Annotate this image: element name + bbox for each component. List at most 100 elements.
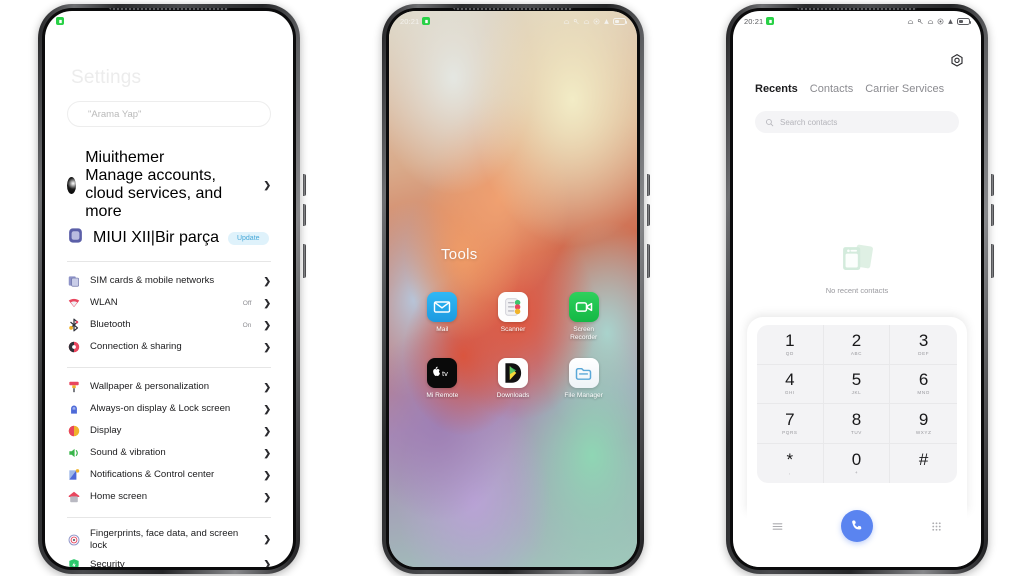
key-3[interactable]: 3 DEF [890, 325, 957, 365]
row-label: SIM cards & mobile networks [90, 275, 215, 286]
sidebar-item-bluetooth[interactable]: Bluetooth On ❯ [67, 314, 271, 336]
menu-icon[interactable] [771, 520, 784, 533]
key-star[interactable]: *, [757, 443, 824, 483]
account-group: Miuithemer Manage accounts, cloud servic… [67, 136, 271, 252]
settings-search-input[interactable]: "Arama Yap" [67, 101, 271, 127]
sidebar-item-connection-sharing[interactable]: Connection & sharing ❯ [67, 336, 271, 358]
display-icon [67, 424, 81, 438]
app-item-screen-recorder[interactable]: Screen Recorder [548, 292, 619, 342]
sidebar-item-always-on-display[interactable]: Always-on display & Lock screen ❯ [67, 398, 271, 420]
key-0[interactable]: 0 + [824, 443, 891, 483]
sidebar-item-display[interactable]: Display ❯ [67, 420, 271, 442]
gear-icon[interactable] [949, 53, 965, 69]
volume-down-button[interactable] [303, 204, 306, 226]
scanner-icon [497, 292, 528, 322]
chevron-right-icon: ❯ [263, 381, 271, 392]
update-button[interactable]: Update [227, 231, 269, 245]
sidebar-item-sound-vibration[interactable]: Sound & vibration ❯ [67, 442, 271, 464]
statusbar-left [56, 17, 64, 25]
miui-update-row[interactable]: MIUI XII|Bir parça Update [67, 224, 271, 252]
volume-down-button[interactable] [647, 204, 650, 226]
chevron-right-icon: ❯ [263, 559, 271, 567]
chevron-right-icon: ❯ [263, 403, 271, 414]
key-letters: QD [785, 350, 794, 356]
home-screen: 20:21 Tools Mail Scanner Screen Recorder… [389, 11, 637, 567]
power-button[interactable] [991, 244, 994, 278]
key-digit: * [786, 449, 794, 469]
key-digit: 0 [851, 449, 862, 469]
phone-call-button[interactable] [841, 510, 873, 542]
chevron-right-icon: ❯ [263, 179, 271, 190]
app-item-scanner[interactable]: Scanner [478, 292, 549, 342]
sidebar-item-wallpaper[interactable]: Wallpaper & personalization ❯ [67, 376, 271, 398]
volume-up-button[interactable] [647, 174, 650, 196]
alarm-icon [907, 19, 914, 24]
svg-text:tv: tv [442, 369, 448, 378]
key-7[interactable]: 7 PQRS [757, 404, 824, 444]
app-item-downloads[interactable]: Downloads [478, 358, 549, 400]
sidebar-item-home-screen[interactable]: Home screen ❯ [67, 486, 271, 508]
settings-screen: Settings "Arama Yap" Miuithemer Manage a… [45, 11, 293, 567]
row-label: Sound & vibration [90, 447, 166, 458]
tab-recents[interactable]: Recents [755, 83, 798, 95]
key-4[interactable]: 4 GHI [757, 364, 824, 404]
row-label: Security [90, 558, 125, 567]
alarm-icon [563, 19, 570, 24]
green-badge-icon [56, 17, 64, 25]
sidebar-item-notifications[interactable]: Notifications & Control center ❯ [67, 464, 271, 486]
row-label: Connection & sharing [90, 341, 182, 352]
sidebar-item-wlan[interactable]: WLAN Off ❯ [67, 292, 271, 314]
tab-carrier-services[interactable]: Carrier Services [865, 83, 944, 95]
key-9[interactable]: 9 WXYZ [890, 404, 957, 444]
mute-icon [917, 18, 923, 24]
sim-card-icon [67, 274, 81, 288]
row-value: Off [242, 299, 252, 307]
key-digit: 4 [785, 370, 795, 390]
statusbar-right [907, 17, 972, 25]
earpiece-grille [797, 8, 917, 10]
wlan-icon [67, 296, 81, 310]
downloads-icon [497, 358, 528, 389]
battery-icon [957, 17, 972, 25]
settings-scroll-area[interactable]: Settings "Arama Yap" Miuithemer Manage a… [45, 11, 293, 567]
row-label: Wallpaper & personalization [90, 381, 210, 392]
file-manager-icon [568, 358, 599, 389]
statusbar-time: 20:21 [744, 16, 764, 26]
key-digit: 3 [918, 330, 929, 350]
keypad-icon[interactable] [930, 520, 943, 533]
statusbar: 20:21 [389, 11, 637, 29]
no-contacts-icon [843, 244, 873, 270]
bell-icon [583, 19, 590, 24]
keypad-grid: 1 QD 2 ABC 3 DEF 4 GHI 5 JKL 6 MNO 7 PQRS 8 TUV … [757, 325, 957, 483]
key-8[interactable]: 8 TUV [823, 404, 891, 444]
key-6[interactable]: 6 MNO [890, 365, 957, 404]
green-badge-icon [422, 17, 431, 25]
statusbar-time: 20:21 [400, 16, 420, 26]
screenshot-stage: Settings "Arama Yap" Miuithemer Manage a… [0, 0, 1024, 576]
account-row[interactable]: Miuithemer Manage accounts, cloud servic… [67, 146, 271, 224]
search-contacts-input[interactable]: Search contacts [755, 111, 959, 133]
tab-contacts[interactable]: Contacts [810, 83, 853, 95]
row-label: Always-on display & Lock screen [90, 403, 231, 414]
keypad-panel: 1 QD 2 ABC 3 DEF 4 GHI 5 JKL 6 MNO 7 PQRS 8 TUV … [747, 317, 967, 513]
power-button[interactable] [647, 244, 650, 278]
chevron-right-icon: ❯ [263, 297, 271, 308]
key-5[interactable]: 5 JKL [823, 364, 891, 404]
volume-up-button[interactable] [303, 174, 306, 196]
volume-up-button[interactable] [991, 174, 994, 196]
power-button[interactable] [303, 244, 306, 278]
sidebar-item-fingerprints[interactable]: Fingerprints, face data, and screen lock… [67, 526, 271, 554]
app-item-mi-remote[interactable]: tv Mi Remote [407, 358, 478, 400]
sidebar-item-sim-cards[interactable]: SIM cards & mobile networks ❯ [67, 270, 271, 292]
mute-icon [573, 18, 579, 24]
key-1[interactable]: 1 QD [757, 325, 824, 365]
volume-down-button[interactable] [991, 204, 994, 226]
app-item-file-manager[interactable]: File Manager [548, 358, 619, 400]
statusbar-left: 20:21 [400, 16, 431, 26]
chevron-right-icon: ❯ [263, 319, 271, 330]
key-hash[interactable]: # [890, 444, 957, 484]
sidebar-item-security[interactable]: Security ❯ [67, 554, 271, 567]
home-screen-icon [67, 490, 81, 504]
app-item-mail[interactable]: Mail [407, 292, 478, 342]
key-2[interactable]: 2 ABC [823, 325, 891, 365]
